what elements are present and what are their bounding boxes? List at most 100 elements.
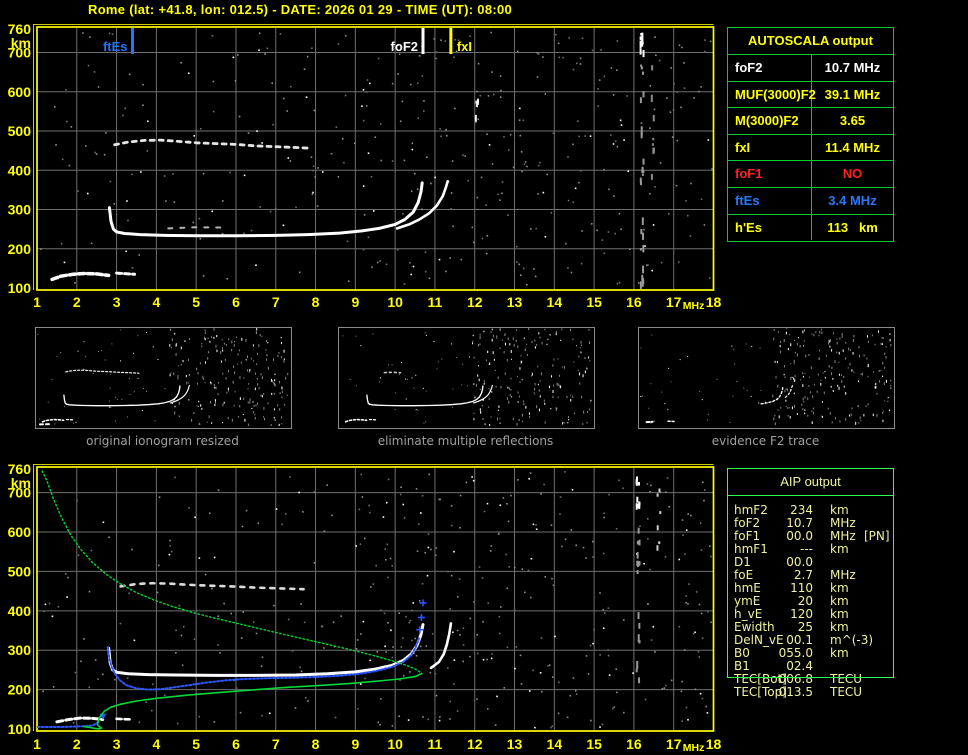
aip-param: foF1 bbox=[734, 530, 760, 543]
aip-unit: km bbox=[830, 595, 849, 608]
autoscala-param: foF1 bbox=[728, 161, 812, 187]
svg-text:18: 18 bbox=[706, 736, 722, 752]
autoscala-param: MUF(3000)F2 bbox=[728, 82, 812, 108]
svg-text:5: 5 bbox=[192, 294, 200, 310]
aip-table-header: AIP output bbox=[728, 474, 893, 489]
aip-value: --- bbox=[758, 543, 813, 556]
svg-text:11: 11 bbox=[428, 736, 443, 752]
top-ionogram-group: ftEsfoF2fxI123456789101112131415161718MH… bbox=[8, 21, 722, 312]
aip-param: B0 bbox=[734, 647, 750, 660]
svg-text:100: 100 bbox=[8, 721, 32, 737]
autoscala-param: M(3000)F2 bbox=[728, 108, 812, 134]
thumbnail-original-ionogram-image bbox=[36, 328, 289, 426]
aip-row: hmF1---km bbox=[728, 543, 893, 556]
thumbnail-f2-trace-image bbox=[639, 328, 892, 426]
svg-text:16: 16 bbox=[626, 294, 642, 310]
svg-text:foF2: foF2 bbox=[391, 39, 418, 54]
thumbnail-multiple-reflections bbox=[338, 327, 595, 429]
autoscala-row: ftEs3.4 MHz bbox=[728, 187, 893, 214]
svg-text:10: 10 bbox=[387, 294, 403, 310]
autoscala-value: 3.4 MHz bbox=[812, 188, 893, 214]
autoscala-param: h'Es bbox=[728, 215, 812, 241]
svg-text:15: 15 bbox=[586, 294, 602, 310]
svg-text:600: 600 bbox=[8, 84, 32, 100]
autoscala-row: fxI11.4 MHz bbox=[728, 134, 893, 161]
aip-value: 20 bbox=[758, 595, 813, 608]
aip-value: 02.4 bbox=[758, 660, 813, 673]
thumbnail-caption-reflections: eliminate multiple reflections bbox=[337, 434, 594, 448]
aip-note: [PN] bbox=[864, 530, 890, 543]
aip-param: foF2 bbox=[734, 517, 760, 530]
aip-row: TEC[Top]013.5TECU bbox=[728, 686, 893, 699]
autoscala-value: 10.7 MHz bbox=[812, 55, 893, 81]
aip-row: Ewidth25km bbox=[728, 621, 893, 634]
aip-unit: TECU bbox=[830, 686, 862, 699]
aip-unit: MHz bbox=[830, 530, 856, 543]
autoscala-value: 39.1 MHz bbox=[812, 82, 893, 108]
svg-text:4: 4 bbox=[152, 736, 160, 752]
aip-value: 00.1 bbox=[758, 634, 813, 647]
aip-param: foE bbox=[734, 569, 753, 582]
aip-header-divider bbox=[728, 495, 893, 496]
autoscala-value: 11.4 MHz bbox=[812, 135, 893, 161]
svg-text:8: 8 bbox=[312, 736, 320, 752]
aip-value: 006.8 bbox=[758, 673, 813, 686]
autoscala-row: foF1NO bbox=[728, 160, 893, 187]
autoscala-row: M(3000)F23.65 bbox=[728, 107, 893, 134]
autoscala-param: ftEs bbox=[728, 188, 812, 214]
svg-text:2: 2 bbox=[73, 736, 81, 752]
svg-text:500: 500 bbox=[8, 123, 32, 139]
aip-value: 120 bbox=[758, 608, 813, 621]
autoscala-table-rows: foF210.7 MHzMUF(3000)F239.1 MHzM(3000)F2… bbox=[728, 55, 893, 240]
aip-table-bottom-border bbox=[727, 677, 894, 678]
aip-unit: m^(-3) bbox=[830, 634, 873, 647]
aip-row: ymE20 km bbox=[728, 595, 893, 608]
aip-unit: km bbox=[830, 504, 849, 517]
autoscala-table: AUTOSCALA output foF210.7 MHzMUF(3000)F2… bbox=[727, 27, 894, 242]
svg-text:12: 12 bbox=[467, 736, 483, 752]
aip-row: foF100.0 MHz [PN] bbox=[728, 530, 893, 543]
aip-value: 110 bbox=[758, 582, 813, 595]
svg-text:km: km bbox=[11, 475, 31, 491]
aip-param: hmE bbox=[734, 582, 761, 595]
svg-text:14: 14 bbox=[547, 736, 563, 752]
svg-text:5: 5 bbox=[192, 736, 200, 752]
svg-text:300: 300 bbox=[8, 202, 32, 218]
svg-text:8: 8 bbox=[312, 294, 320, 310]
aip-unit: km bbox=[830, 582, 849, 595]
autoscala-table-header: AUTOSCALA output bbox=[728, 28, 893, 55]
svg-text:17: 17 bbox=[666, 736, 682, 752]
aip-unit: MHz bbox=[830, 517, 856, 530]
thumbnail-caption-f2: evidence F2 trace bbox=[637, 434, 894, 448]
autoscala-value: NO bbox=[812, 161, 893, 187]
aip-value: 00.0 bbox=[758, 530, 813, 543]
svg-text:200: 200 bbox=[8, 682, 32, 698]
svg-text:400: 400 bbox=[8, 162, 32, 178]
thumbnail-caption-original: original ionogram resized bbox=[34, 434, 291, 448]
svg-text:km: km bbox=[11, 35, 31, 51]
aip-unit: MHz bbox=[830, 569, 856, 582]
autoscala-row: h'Es113 km bbox=[728, 214, 893, 241]
autoscala-value: 113 km bbox=[812, 215, 893, 241]
aip-row: TEC[Bot]006.8TECU bbox=[728, 673, 893, 686]
svg-text:MHz: MHz bbox=[683, 300, 705, 312]
svg-text:1: 1 bbox=[33, 294, 41, 310]
svg-text:fxI: fxI bbox=[457, 39, 472, 54]
aip-unit: km bbox=[830, 608, 849, 621]
aip-unit: km bbox=[830, 621, 849, 634]
aip-value: 10.7 bbox=[758, 517, 813, 530]
autoscala-row: MUF(3000)F239.1 MHz bbox=[728, 81, 893, 108]
svg-text:13: 13 bbox=[507, 736, 523, 752]
svg-text:1: 1 bbox=[33, 736, 41, 752]
aip-table: AIP output hmF2234kmfoF210.7MHzfoF100.0M… bbox=[727, 468, 894, 678]
aip-value: 2.7 bbox=[758, 569, 813, 582]
aip-value: 013.5 bbox=[758, 686, 813, 699]
svg-text:15: 15 bbox=[586, 736, 602, 752]
svg-text:9: 9 bbox=[351, 736, 359, 752]
aip-param: ymE bbox=[734, 595, 760, 608]
svg-text:3: 3 bbox=[113, 294, 121, 310]
autoscala-value: 3.65 bbox=[812, 108, 893, 134]
autoscala-param: fxI bbox=[728, 135, 812, 161]
svg-text:100: 100 bbox=[8, 280, 32, 296]
aip-row: h_vE120km bbox=[728, 608, 893, 621]
